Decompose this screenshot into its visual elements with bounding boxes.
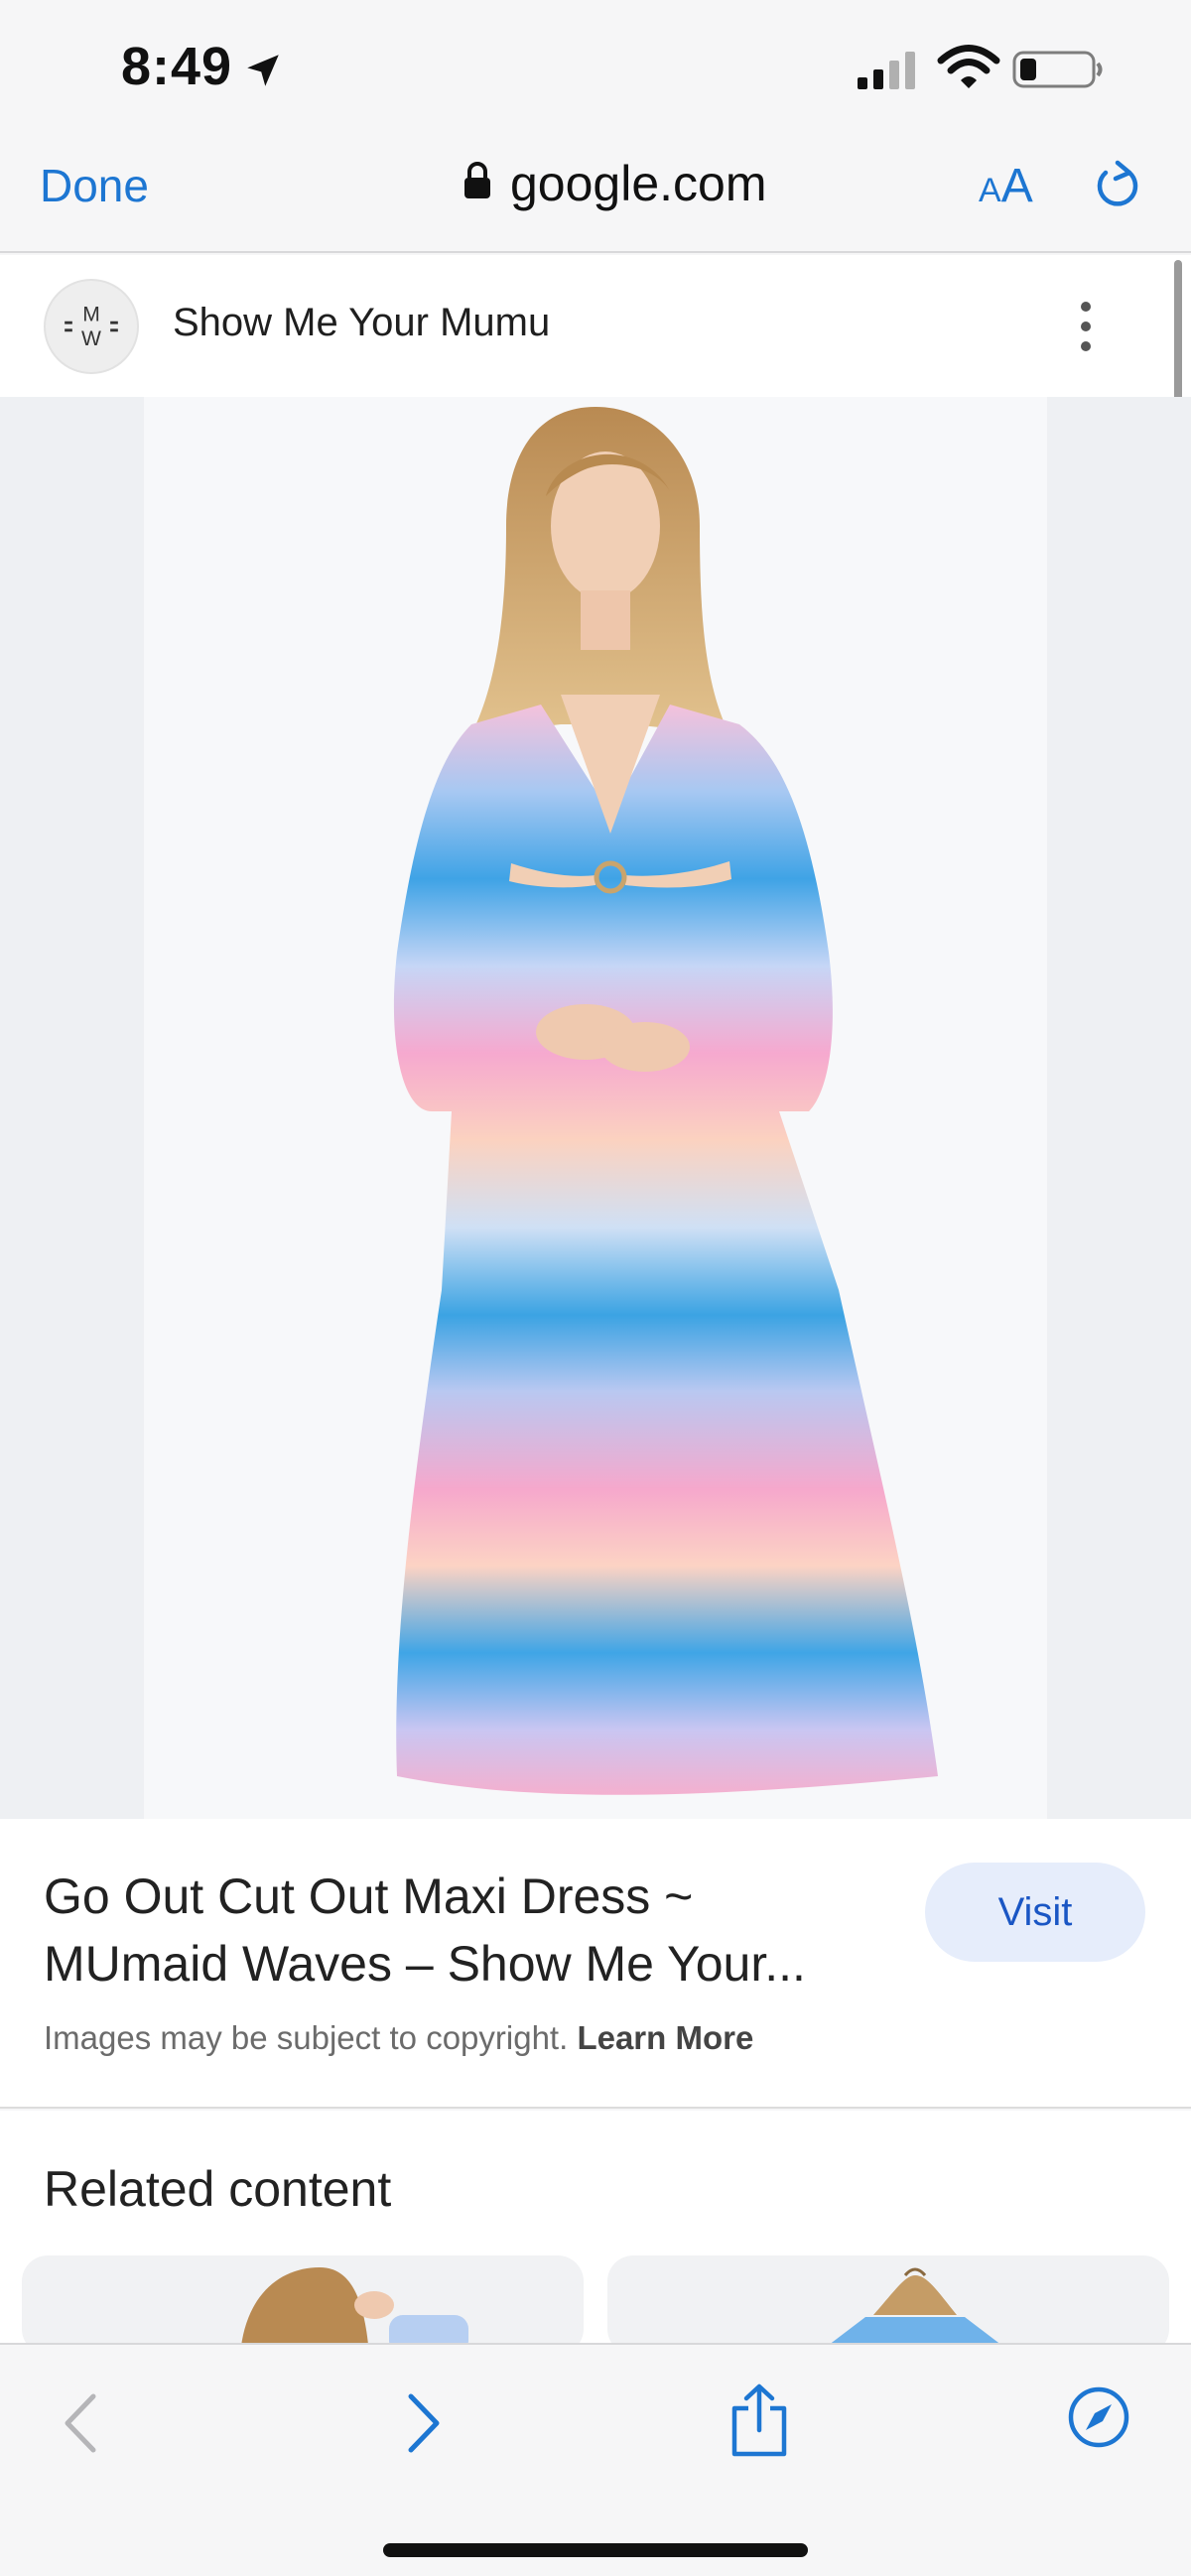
reload-icon[interactable]	[1092, 157, 1143, 212]
home-indicator[interactable]	[383, 2543, 808, 2557]
url-bar: Done google.com AA	[0, 139, 1191, 253]
text-size-small-a: A	[979, 172, 1001, 209]
product-image[interactable]	[144, 397, 1047, 1819]
related-card[interactable]	[22, 2255, 584, 2355]
source-name[interactable]: Show Me Your Mumu	[173, 301, 550, 345]
learn-more-link[interactable]: Learn More	[577, 2019, 753, 2056]
battery-icon	[1012, 51, 1103, 88]
related-content-section: Related content	[0, 2111, 1191, 2355]
text-size-big-a: A	[1000, 160, 1033, 212]
image-viewer	[0, 397, 1191, 1819]
source-header: M W Show Me Your Mumu	[0, 255, 1191, 397]
lock-icon	[464, 162, 490, 198]
dress-photo	[393, 407, 938, 1795]
cellular-signal-icon	[858, 52, 915, 89]
compass-icon[interactable]	[1066, 2384, 1131, 2450]
url-domain[interactable]: google.com	[510, 155, 767, 212]
bottom-toolbar	[0, 2343, 1191, 2576]
source-logo[interactable]: M W	[44, 279, 139, 374]
back-icon[interactable]	[58, 2388, 103, 2458]
svg-text:M: M	[82, 303, 100, 325]
wifi-icon	[937, 45, 1000, 88]
visit-button[interactable]: Visit	[925, 1863, 1145, 1962]
copyright-notice: Images may be subject to copyright. Lear…	[44, 2019, 753, 2057]
status-bar: 8:49	[0, 0, 1191, 139]
text-size-button[interactable]: AA	[979, 159, 1033, 213]
more-options-icon[interactable]	[1072, 299, 1100, 354]
copyright-text: Images may be subject to copyright.	[44, 2019, 569, 2056]
related-content-title: Related content	[44, 2161, 392, 2217]
related-card[interactable]	[607, 2255, 1169, 2355]
svg-text:W: W	[81, 327, 101, 350]
forward-icon[interactable]	[401, 2388, 447, 2458]
related-thumbnail	[240, 2267, 468, 2355]
result-info: Go Out Cut Out Maxi Dress ~ MUmaid Waves…	[0, 1819, 1191, 2109]
share-icon[interactable]	[727, 2383, 792, 2458]
result-title-line2: MUmaid Waves – Show Me Your...	[44, 1936, 806, 1992]
status-time: 8:49	[121, 37, 233, 96]
done-button[interactable]: Done	[40, 159, 149, 212]
result-title[interactable]: Go Out Cut Out Maxi Dress ~ MUmaid Waves…	[44, 1863, 858, 1997]
result-title-line1: Go Out Cut Out Maxi Dress ~	[44, 1868, 694, 1924]
related-thumbnail	[816, 2267, 1014, 2355]
location-arrow-icon	[247, 55, 279, 86]
